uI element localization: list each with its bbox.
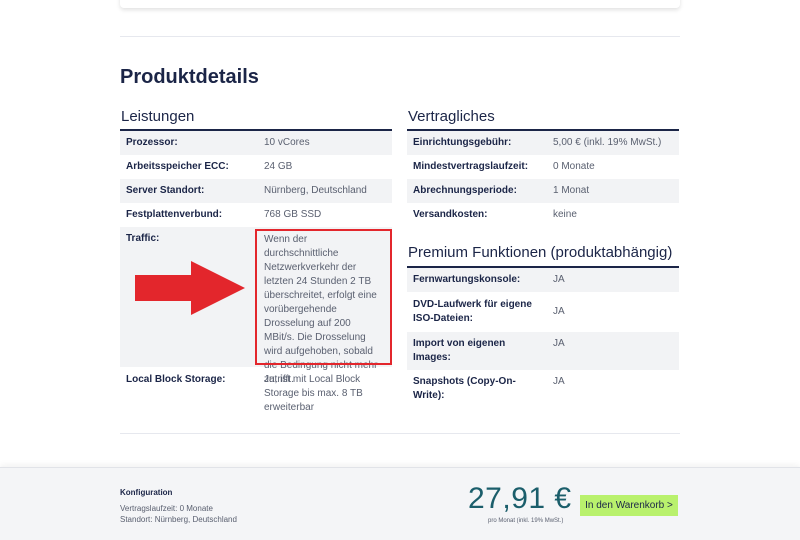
previous-card bbox=[120, 0, 680, 8]
row-value: 5,00 € (inkl. 19% MwSt.) bbox=[553, 137, 662, 148]
config-term: Vertragslaufzeit: 0 Monate bbox=[120, 504, 213, 513]
row-key: Festplattenverbund: bbox=[126, 209, 223, 220]
row-value: JA bbox=[553, 338, 565, 349]
table-row: Festplattenverbund: 768 GB SSD bbox=[120, 203, 392, 227]
table-row: Arbeitsspeicher ECC: 24 GB bbox=[120, 155, 392, 179]
table-row: Prozessor: 10 vCores bbox=[120, 131, 392, 155]
row-value: 1 Monat bbox=[553, 185, 590, 196]
row-value: JA bbox=[553, 306, 565, 317]
row-key: Prozessor: bbox=[126, 137, 178, 148]
row-key: Snapshots (Copy-On-Write): bbox=[413, 376, 516, 401]
row-key: Server Standort: bbox=[126, 185, 205, 196]
row-value: JA bbox=[553, 274, 565, 285]
row-value: keine bbox=[553, 209, 577, 220]
table-row: Versandkosten: keine bbox=[407, 203, 679, 227]
row-value: 0 Monate bbox=[553, 161, 595, 172]
page-title: Produktdetails bbox=[120, 66, 259, 88]
table-row: Import von eigenen Images: JA bbox=[407, 332, 679, 370]
table-row: DVD-Laufwerk für eigene ISO-Dateien: JA bbox=[407, 292, 679, 332]
row-key: Abrechnungsperiode: bbox=[413, 185, 517, 196]
add-to-cart-button[interactable]: In den Warenkorb > bbox=[580, 495, 678, 516]
row-value: Ja, ist mit Local Block Storage bis max.… bbox=[264, 374, 363, 413]
row-value: 768 GB SSD bbox=[264, 209, 322, 220]
row-value: 10 vCores bbox=[264, 137, 310, 148]
divider bbox=[120, 36, 680, 37]
table-row: Snapshots (Copy-On-Write): JA bbox=[407, 370, 679, 408]
row-key: Local Block Storage: bbox=[126, 374, 226, 385]
row-key: Fernwartungskonsole: bbox=[413, 274, 521, 285]
vertragliches-table: Vertragliches Einrichtungsgebühr: 5,00 €… bbox=[407, 108, 679, 227]
table-row: Mindestvertragslaufzeit: 0 Monate bbox=[407, 155, 679, 179]
row-key: Arbeitsspeicher ECC: bbox=[126, 161, 229, 172]
table-row: Local Block Storage: Ja, ist mit Local B… bbox=[120, 367, 392, 421]
sticky-order-bar: Konfiguration Vertragslaufzeit: 0 Monate… bbox=[0, 467, 800, 540]
config-title: Konfiguration bbox=[120, 488, 173, 497]
row-value: Nürnberg, Deutschland bbox=[264, 185, 367, 196]
traffic-description: Wenn der durchschnittliche Netzwerkverke… bbox=[264, 234, 378, 385]
row-key: Mindestvertragslaufzeit: bbox=[413, 161, 529, 172]
table-row: Einrichtungsgebühr: 5,00 € (inkl. 19% Mw… bbox=[407, 131, 679, 155]
row-key: Import von eigenen Images: bbox=[413, 338, 506, 363]
row-key: Einrichtungsgebühr: bbox=[413, 137, 512, 148]
table-row: Server Standort: Nürnberg, Deutschland bbox=[120, 179, 392, 203]
row-key: DVD-Laufwerk für eigene ISO-Dateien: bbox=[413, 299, 532, 324]
row-value: 24 GB bbox=[264, 161, 293, 172]
divider bbox=[120, 433, 680, 434]
price-note: pro Monat (inkl. 19% MwSt.) bbox=[488, 518, 564, 524]
leistungen-heading: Leistungen bbox=[120, 108, 392, 131]
config-location: Standort: Nürnberg, Deutschland bbox=[120, 515, 237, 524]
price: 27,91 € bbox=[468, 482, 572, 515]
premium-heading: Premium Funktionen (produktabhängig) bbox=[407, 244, 679, 268]
table-row: Fernwartungskonsole: JA bbox=[407, 268, 679, 292]
row-key: Versandkosten: bbox=[413, 209, 488, 220]
row-value: JA bbox=[553, 376, 565, 387]
premium-table: Premium Funktionen (produktabhängig) Fer… bbox=[407, 244, 679, 408]
table-row: Abrechnungsperiode: 1 Monat bbox=[407, 179, 679, 203]
vertragliches-heading: Vertragliches bbox=[407, 108, 679, 131]
red-arrow-icon bbox=[135, 261, 245, 315]
